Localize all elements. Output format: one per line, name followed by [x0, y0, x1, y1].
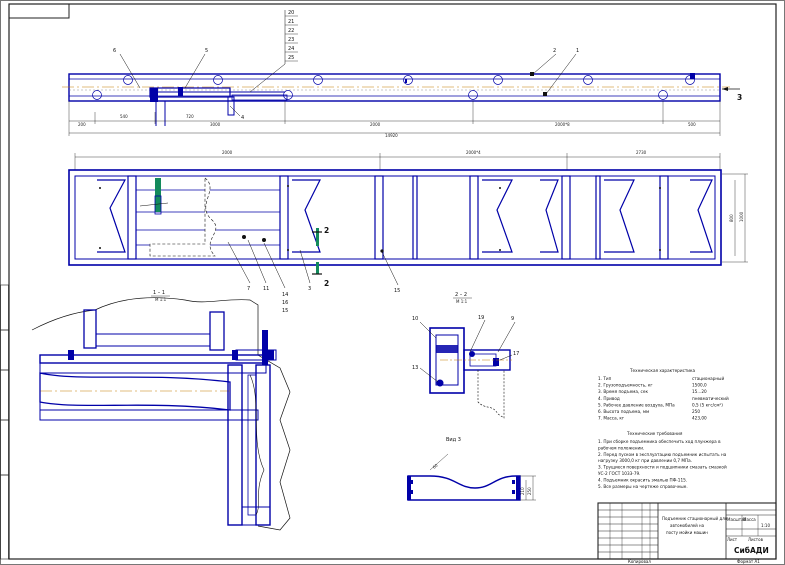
callout-13: 13	[412, 365, 418, 371]
title-sheets-label: Листов	[748, 537, 764, 542]
callout-23: 23	[288, 37, 294, 43]
dim-540: 540	[120, 114, 128, 119]
spec-row-value: 250	[692, 409, 700, 414]
requirement-row: УС-2 ГОСТ 1033-79.	[598, 471, 640, 476]
callout-25: 25	[288, 55, 294, 61]
dim-plan-800: 800	[729, 214, 734, 222]
part-list-callouts: 20 21 22 23 24 25	[284, 10, 298, 64]
corner-stamp	[8, 3, 70, 19]
requirement-row: 1. При сборке подъемника обеспечить ход …	[598, 439, 721, 444]
spec-row-value: стационарный	[692, 376, 724, 381]
spec-row-name: 7. Масса, кг	[598, 416, 624, 421]
spec-row-value: 15...20	[692, 389, 707, 394]
dim-500: 500	[688, 122, 696, 127]
spec-row-value: 0,5 (5 кгс/см²)	[692, 402, 723, 407]
callout-2: 2	[553, 48, 556, 54]
callout-22: 22	[288, 28, 294, 34]
drawing-name-line2: автомобилей на	[670, 523, 705, 528]
callout-19: 19	[478, 315, 484, 321]
spec-row-name: 4. Привод	[598, 396, 620, 401]
technical-specs: Техническая характеристика 1. Тип стацион…	[598, 368, 729, 421]
bolt-marks	[99, 185, 661, 253]
callout-16: 16	[282, 300, 288, 306]
callout-24: 24	[288, 46, 294, 52]
assembly-drawing: 20 21 22 23 24 25 6 5 2 1 4 3 200 540 72…	[0, 0, 785, 565]
diagonal-braces	[97, 179, 713, 253]
spec-row-name: 3. Время подъема, сек	[598, 389, 648, 394]
callout-15: 15	[282, 308, 288, 314]
drawing-name-line3: посту мойки машин	[666, 530, 708, 535]
callout-21: 21	[288, 19, 294, 25]
dim-plan-2730: 2730	[636, 150, 647, 155]
dim-2000x8: 2000*8	[555, 122, 570, 127]
top-dimension-chain	[68, 101, 721, 136]
requirement-row: 4. Подъемник окрасить эмалью ПФ-115.	[598, 477, 687, 482]
callout-6: 6	[113, 48, 116, 54]
cylinder-assembly	[149, 87, 288, 126]
plan-view: 2000 2000*4 2730 800 1000 2 2 7 11 14 16…	[68, 150, 748, 314]
dim-angle-60: 60	[432, 462, 439, 469]
copied-label: Копировал	[628, 559, 651, 564]
dim-720: 720	[186, 114, 194, 119]
dim-210: 210	[520, 487, 525, 495]
callout-4: 4	[241, 115, 244, 121]
dim-total-length: 14920	[385, 133, 398, 138]
requirement-row: 5. Все размеры на чертеже справочные.	[598, 484, 688, 489]
break-outline	[31, 297, 291, 531]
requirement-row: 3. Трущиеся поверхности и подшипники сма…	[598, 465, 727, 470]
callout-14: 14	[282, 292, 288, 298]
spec-row-name: 1. Тип	[598, 376, 612, 381]
profile-plate	[407, 475, 521, 501]
requirements-title: Технические требования	[626, 431, 683, 436]
cut-mark-2-top: 2	[324, 226, 329, 235]
callout-9: 9	[511, 316, 514, 322]
requirement-row: нагрузку 3000,0 кг при давлении 0,7 МПа.	[598, 458, 692, 463]
dim-3000: 3000	[210, 122, 221, 127]
left-margin-boxes	[0, 284, 9, 560]
drawing-name-line1: Подъемник стационарный для	[662, 516, 728, 521]
callout-1: 1	[576, 48, 579, 54]
section-1-1-title: 1 – 1	[153, 290, 165, 296]
callout-20: 20	[288, 10, 294, 16]
dim-2000: 2000	[370, 122, 381, 127]
dim-plan-2000: 2000	[222, 150, 233, 155]
spec-row-name: 5. Рабочее давление воздуха, МПа	[598, 402, 675, 407]
view-3-detail: Вид 3 60 210 250	[407, 437, 536, 501]
specs-title: Техническая характеристика	[629, 368, 696, 373]
callout-3: 3	[308, 286, 311, 292]
callout-17: 17	[513, 351, 519, 357]
dim-plan-2000x4: 2000*4	[466, 150, 481, 155]
dim-plan-1000: 1000	[739, 211, 744, 222]
top-elevation-view: 20 21 22 23 24 25 6 5 2 1 4 3 200 540 72…	[62, 10, 742, 138]
spec-row-value: 423,00	[692, 416, 707, 421]
callout-11: 11	[263, 286, 269, 292]
requirement-row: 2. Перед пуском в эксплуатацию подъемник…	[598, 452, 727, 457]
spec-row-value: пневматический	[692, 396, 729, 401]
callout-7: 7	[247, 286, 250, 292]
spec-row-value: 1500,0	[692, 383, 707, 388]
format-label: Формат А1	[737, 559, 760, 564]
cut-mark-2-bottom: 2	[324, 279, 329, 288]
spec-row-name: 6. Высота подъема, мм	[598, 409, 649, 414]
section-2-2-scale: М 1:1	[456, 299, 468, 304]
view-3-title: Вид 3	[446, 437, 461, 443]
dim-200: 200	[78, 122, 86, 127]
section-1-1: 1 – 1 М 1:1	[31, 290, 291, 531]
dim-250: 250	[527, 487, 532, 495]
callout-5: 5	[205, 48, 208, 54]
title-sheet-label: Лист	[727, 537, 738, 542]
title-mass-label: Масса	[743, 517, 756, 522]
callout-10: 10	[412, 316, 418, 322]
callout-15b: 15	[394, 288, 400, 294]
technical-requirements: Технические требования 1. При сборке под…	[598, 431, 727, 489]
requirement-row: рабочем положении.	[598, 445, 644, 450]
section-2-2: 2 – 2 М 1:1 10 19 9 17 13	[412, 292, 519, 419]
drawing-scale: 1:10	[761, 523, 770, 528]
view-arrow-3: 3	[737, 93, 742, 102]
spec-row-name: 2. Грузоподъемность, кг	[598, 383, 653, 388]
section-2-2-title: 2 – 2	[455, 292, 467, 298]
organization: СибАДИ	[734, 546, 769, 555]
